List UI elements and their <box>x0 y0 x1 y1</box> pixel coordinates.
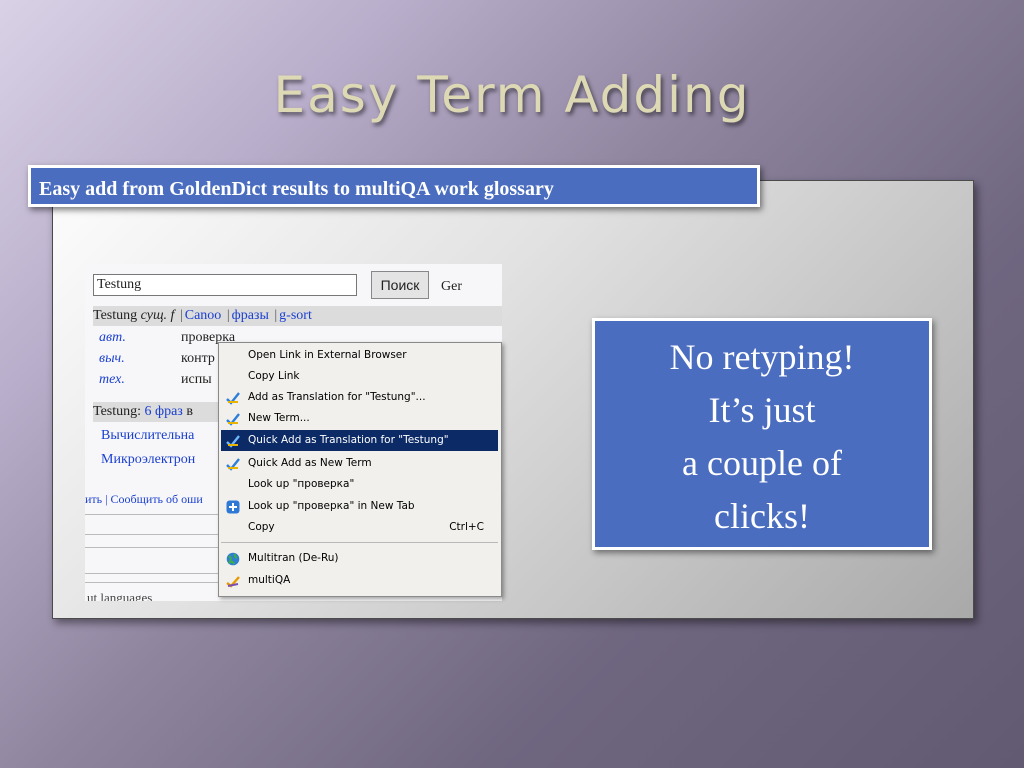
callout-line: No retyping! <box>669 337 855 377</box>
menu-item-look-up[interactable]: Look up "проверка" <box>221 474 498 495</box>
context-menu: Open Link in External Browser Copy Link … <box>218 342 502 597</box>
phrase-link[interactable]: Вычислительна <box>101 428 194 444</box>
headword-row: Testung сущ. f | Canoo | фразы | g-sort <box>93 306 502 326</box>
clipped-text: ut languages <box>87 590 153 601</box>
search-input[interactable]: Testung <box>93 274 357 296</box>
callout-line: a couple of <box>682 443 842 483</box>
menu-item-quick-add-translation[interactable]: Quick Add as Translation for "Testung" <box>221 430 498 451</box>
headword: Testung <box>93 308 138 323</box>
link-canoo[interactable]: Canoo <box>185 308 222 323</box>
phrases-count-link[interactable]: 6 фраз <box>145 404 183 419</box>
subject-abbr[interactable]: выч. <box>99 351 181 367</box>
footer-links[interactable]: ить | Сообщить об оши <box>85 492 203 507</box>
link-phrases[interactable]: фразы <box>232 308 269 323</box>
callout-line: It’s just <box>708 390 816 430</box>
multiqa-check-icon <box>226 413 240 426</box>
subject-abbr[interactable]: тех. <box>99 372 181 388</box>
multiqa-check-icon <box>226 392 240 405</box>
translation-link[interactable]: контр <box>181 351 215 366</box>
menu-item-multiqa[interactable]: multiQA <box>221 570 498 591</box>
menu-item-quick-add-new-term[interactable]: Quick Add as New Term <box>221 453 498 474</box>
callout-line: clicks! <box>714 496 810 536</box>
part-of-speech: сущ. f <box>140 308 175 323</box>
phrases-prefix: Testung: <box>93 404 142 419</box>
subject-abbr[interactable]: авт. <box>99 330 181 346</box>
search-button[interactable]: Поиск <box>371 271 429 299</box>
menu-separator <box>221 542 498 543</box>
menu-item-copy[interactable]: Copy Ctrl+C <box>221 517 498 538</box>
dict-row: авт. проверка <box>99 330 235 346</box>
menu-item-copy-link[interactable]: Copy Link <box>221 366 498 387</box>
translation-link[interactable]: испы <box>181 372 212 387</box>
callout-box: No retyping! It’s just a couple of click… <box>592 318 932 550</box>
language-label: Ger <box>441 279 462 294</box>
menu-item-multitran[interactable]: Multitran (De-Ru) <box>221 548 498 569</box>
slide-title: Easy Term Adding <box>273 66 751 124</box>
plus-tab-icon <box>226 500 240 514</box>
globe-icon <box>226 552 240 566</box>
copy-shortcut: Ctrl+C <box>449 521 484 533</box>
multiqa-check-icon <box>226 435 240 448</box>
phrase-link[interactable]: Микроэлектрон <box>101 452 195 468</box>
menu-item-add-as-translation[interactable]: Add as Translation for "Testung"... <box>221 387 498 408</box>
multiqa-logo-icon <box>226 576 240 588</box>
dict-row: тех. испы <box>99 372 212 388</box>
dict-row: выч. контр <box>99 351 215 367</box>
caption-box: Easy add from GoldenDict results to mult… <box>28 165 760 207</box>
link-g-sort[interactable]: g-sort <box>279 308 312 323</box>
menu-item-open-link-external[interactable]: Open Link in External Browser <box>221 345 498 366</box>
menu-item-new-term[interactable]: New Term... <box>221 408 498 429</box>
multiqa-check-icon <box>226 458 240 471</box>
menu-item-look-up-new-tab[interactable]: Look up "проверка" in New Tab <box>221 496 498 517</box>
phrases-suffix: в <box>186 404 193 419</box>
